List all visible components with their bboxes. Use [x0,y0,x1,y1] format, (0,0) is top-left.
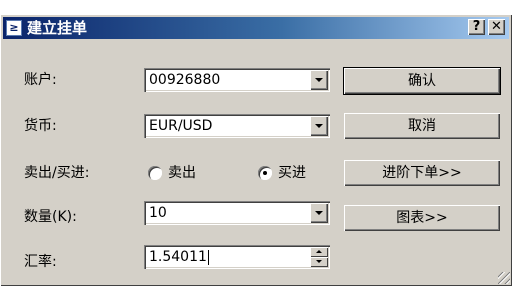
quantity-label: 数量(K): [24,209,77,225]
account-label: 账户: [24,72,57,88]
resize-grip-icon[interactable] [498,272,510,284]
close-button[interactable]: ✕ [488,19,505,35]
chevron-down-icon[interactable] [310,203,328,223]
help-button[interactable]: ? [468,19,485,35]
currency-label: 货币: [24,118,57,134]
direction-label: 卖出/买进: [24,165,90,181]
account-select[interactable]: 00926880 [144,68,330,92]
window-title: 建立挂单 [27,19,88,37]
chart-button[interactable]: 图表>> [344,205,500,231]
rate-label: 汇率: [24,254,57,270]
quantity-select[interactable]: 10 [144,201,330,225]
title-bar[interactable]: ≥ 建立挂单 ? ✕ [3,17,509,39]
sell-radio[interactable] [148,166,162,180]
cancel-button[interactable]: 取消 [344,113,500,139]
advanced-order-button[interactable]: 进阶下单>> [344,160,500,186]
account-value: 00926880 [149,72,221,88]
text-caret [207,249,209,265]
chevron-down-icon[interactable] [310,116,328,136]
order-dialog: ≥ 建立挂单 ? ✕ 账户: 00926880 货币: EUR/USD 卖出/买… [0,14,512,286]
currency-value: EUR/USD [149,118,213,134]
app-icon: ≥ [6,20,22,36]
buy-radio[interactable] [258,166,272,180]
sell-radio-label[interactable]: 卖出 [168,163,196,183]
chevron-down-icon[interactable] [310,70,328,90]
confirm-button[interactable]: 确认 [344,68,500,94]
spin-up-icon[interactable] [310,247,328,257]
spin-down-icon[interactable] [310,257,328,267]
quantity-value: 10 [149,205,167,221]
rate-value: 1.54011 [149,249,207,265]
rate-stepper[interactable] [310,247,328,267]
buy-radio-label[interactable]: 买进 [278,163,306,183]
currency-select[interactable]: EUR/USD [144,114,330,138]
rate-spinner[interactable]: 1.54011 [144,245,330,269]
